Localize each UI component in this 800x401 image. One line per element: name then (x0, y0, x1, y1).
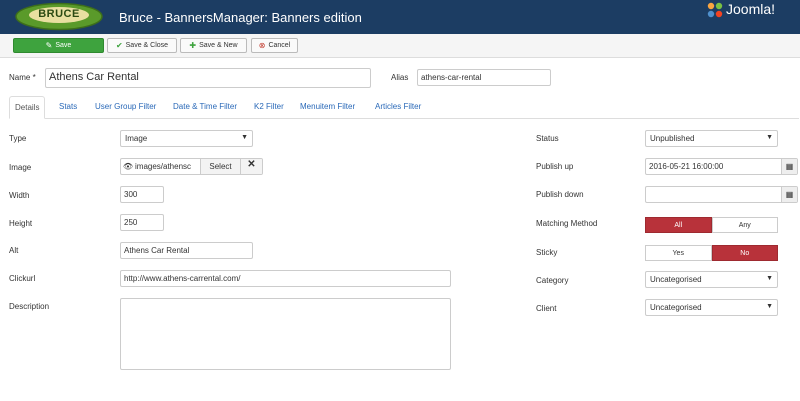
sticky-no-button[interactable]: No (711, 245, 778, 261)
plus-icon: ✚ (189, 41, 197, 50)
caret-down-icon: ▼ (766, 134, 773, 141)
client-select[interactable]: Uncategorised ▼ (645, 299, 778, 316)
joomla-icon (707, 2, 723, 18)
alt-label: Alt (9, 246, 19, 255)
publish-up-input[interactable]: 2016-05-21 16:00:00 ▦ (645, 158, 798, 175)
clear-icon[interactable]: ✕ (240, 159, 262, 174)
description-textarea[interactable] (120, 298, 451, 370)
cancel-icon: ⊗ (258, 41, 266, 50)
save-new-label: Save & New (199, 42, 238, 49)
caret-down-icon: ▼ (766, 303, 773, 310)
publish-up-label: Publish up (536, 162, 574, 171)
tab-k2-filter[interactable]: K2 Filter (254, 102, 284, 111)
cancel-button[interactable]: ⊗ Cancel (251, 38, 298, 53)
joomla-wordmark: Joomla! (726, 1, 776, 17)
publish-up-value: 2016-05-21 16:00:00 (649, 162, 724, 171)
calendar-icon[interactable]: ▦ (781, 187, 797, 202)
tab-details[interactable]: Details (9, 96, 46, 119)
image-path: images/athensc (135, 162, 192, 171)
clickurl-input[interactable]: http://www.athens-carrental.com/ (120, 270, 451, 287)
calendar-icon[interactable]: ▦ (781, 159, 797, 174)
type-value: Image (125, 134, 148, 143)
status-select[interactable]: Unpublished ▼ (645, 130, 778, 147)
name-input[interactable]: Athens Car Rental (45, 68, 371, 88)
save-close-button[interactable]: ✔ Save & Close (107, 38, 177, 53)
category-value: Uncategorised (650, 275, 702, 284)
image-select-button[interactable]: Select (200, 159, 240, 174)
type-select[interactable]: Image ▼ (120, 130, 253, 147)
category-select[interactable]: Uncategorised ▼ (645, 271, 778, 288)
logo-text: BRUCE (38, 8, 80, 20)
tab-articles-filter[interactable]: Articles Filter (375, 102, 421, 111)
category-label: Category (536, 276, 569, 285)
image-field: 👁 images/athensc Select ✕ (120, 158, 263, 175)
save-close-label: Save & Close (125, 42, 169, 49)
type-label: Type (9, 134, 27, 143)
width-input[interactable]: 300 (120, 186, 164, 203)
caret-down-icon: ▼ (766, 275, 773, 282)
height-label: Height (9, 219, 33, 228)
client-value: Uncategorised (650, 303, 702, 312)
eye-icon[interactable]: 👁 (121, 159, 135, 174)
tab-date-time-filter[interactable]: Date & Time Filter (173, 102, 237, 111)
status-label: Status (536, 134, 559, 143)
caret-down-icon: ▼ (241, 134, 248, 141)
width-label: Width (9, 191, 30, 200)
sticky-label: Sticky (536, 248, 558, 257)
matching-method-label: Matching Method (536, 219, 598, 228)
alias-input[interactable]: athens-car-rental (417, 69, 551, 86)
tab-stats[interactable]: Stats (59, 102, 77, 111)
description-label: Description (9, 302, 50, 311)
check-icon: ✔ (115, 41, 123, 50)
toolbar: ✎ Save ✔ Save & Close ✚ Save & New ⊗ Can… (0, 34, 800, 58)
clickurl-label: Clickurl (9, 274, 36, 283)
height-input[interactable]: 250 (120, 214, 164, 231)
client-label: Client (536, 304, 557, 313)
page-title: Bruce - BannersManager: Banners edition (119, 10, 362, 25)
matching-method-toggle: All Any (645, 217, 778, 233)
tab-bar: Details Stats User Group Filter Date & T… (9, 96, 799, 119)
app-header: BRUCE Bruce - BannersManager: Banners ed… (0, 0, 800, 34)
joomla-logo[interactable]: Joomla! (706, 1, 798, 19)
sticky-yes-button[interactable]: Yes (645, 245, 712, 261)
status-value: Unpublished (650, 134, 695, 143)
save-button[interactable]: ✎ Save (13, 38, 104, 53)
site-logo[interactable]: BRUCE (14, 2, 104, 31)
save-new-button[interactable]: ✚ Save & New (180, 38, 247, 53)
matching-all-button[interactable]: All (645, 217, 712, 233)
matching-any-button[interactable]: Any (711, 217, 778, 233)
tab-user-group-filter[interactable]: User Group Filter (95, 102, 156, 111)
name-label: Name * (9, 73, 36, 82)
sticky-toggle: Yes No (645, 245, 778, 261)
publish-down-input[interactable]: ▦ (645, 186, 798, 203)
cancel-label: Cancel (268, 42, 291, 49)
edit-icon: ✎ (45, 41, 53, 50)
tab-menuitem-filter[interactable]: Menuitem Filter (300, 102, 355, 111)
publish-down-label: Publish down (536, 190, 584, 199)
save-label: Save (55, 42, 72, 49)
alias-label: Alias (391, 73, 409, 82)
alt-input[interactable]: Athens Car Rental (120, 242, 253, 259)
image-label: Image (9, 163, 32, 172)
